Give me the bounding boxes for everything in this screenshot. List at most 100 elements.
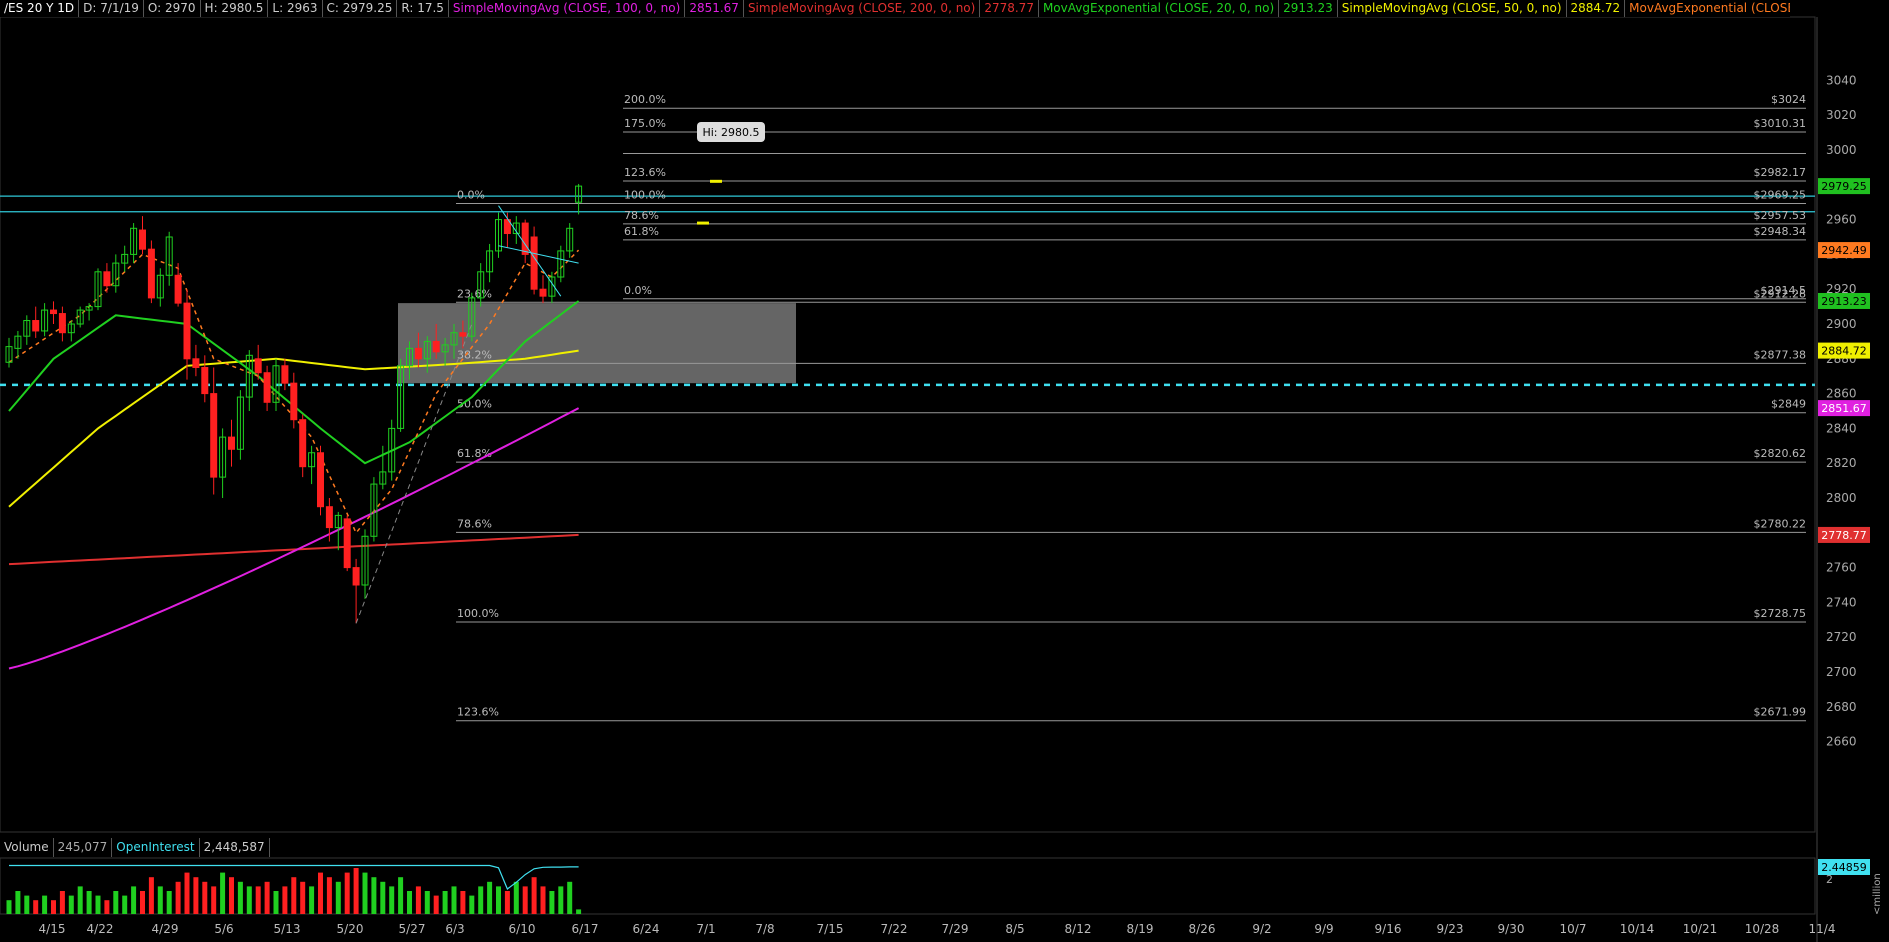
x-tick-label: 6/24: [633, 922, 660, 936]
fib-price-label: $3010.31: [1754, 117, 1807, 130]
volume-bar: [549, 891, 555, 914]
volume-bar: [389, 886, 395, 914]
volume-bar: [478, 886, 484, 914]
fib-price-label: $2912.28: [1754, 288, 1807, 301]
candle-body: [32, 320, 40, 332]
x-tick-label: 10/14: [1620, 922, 1655, 936]
y-tick-label: 2720: [1826, 630, 1857, 644]
volume-bar: [202, 881, 208, 914]
y-tick-label: 2820: [1826, 456, 1857, 470]
fib-label: 123.6%: [624, 166, 666, 179]
volume-bar: [513, 881, 519, 914]
x-tick-label: 8/5: [1005, 922, 1024, 936]
volume-bar: [424, 891, 430, 914]
x-tick-label: 8/26: [1189, 922, 1216, 936]
y-tick-label: 2840: [1826, 421, 1857, 435]
header-item: R: 17.5: [397, 0, 449, 17]
fib-label: 100.0%: [624, 189, 666, 202]
volume-bar: [496, 886, 501, 914]
header-item: D: 7/1/19: [79, 0, 144, 17]
x-tick-label: 7/29: [942, 922, 969, 936]
x-tick-label: 4/15: [39, 922, 66, 936]
volume-bar: [353, 868, 359, 914]
header-item: 2884.72: [1567, 0, 1626, 17]
volume-bar: [95, 895, 101, 914]
volume-bar: [504, 891, 510, 914]
x-tick-label: 9/30: [1498, 922, 1525, 936]
x-tick-label: 9/9: [1314, 922, 1333, 936]
x-tick-label: 9/23: [1437, 922, 1464, 936]
candle-body: [459, 332, 467, 337]
x-tick-label: 4/29: [152, 922, 179, 936]
volume-bar: [362, 872, 368, 914]
volume-bar: [326, 877, 332, 914]
x-tick-label: 6/10: [509, 922, 536, 936]
volume-bar: [193, 877, 199, 914]
fib-label: 78.6%: [457, 517, 492, 530]
volume-bar: [220, 872, 226, 914]
fib-label: 100.0%: [457, 607, 499, 620]
x-tick-label: 9/2: [1252, 922, 1271, 936]
x-tick-label: 5/27: [399, 922, 426, 936]
volume-bar: [300, 881, 306, 914]
x-tick-label: 5/13: [274, 922, 301, 936]
y-tick-label: 2700: [1826, 665, 1857, 679]
header-item: O: 2970: [144, 0, 201, 17]
volume-bar: [86, 891, 92, 914]
price-badge-text: 2913.23: [1821, 295, 1867, 308]
volume-bar: [255, 886, 261, 914]
volume-bar: [469, 895, 475, 914]
x-tick-label: 7/22: [881, 922, 908, 936]
candle-body: [50, 309, 57, 315]
fib-price-label: $2671.99: [1754, 706, 1807, 719]
fib-label: 0.0%: [624, 284, 652, 297]
volume-bar: [291, 877, 297, 914]
candle-body: [521, 222, 529, 255]
volume-bar: [531, 877, 537, 914]
volume-bar: [68, 895, 74, 914]
header-item: SimpleMovingAvg (CLOSE, 100, 0, no): [449, 0, 686, 17]
volume-tick: 2: [1826, 873, 1833, 886]
fib-label: 200.0%: [624, 93, 666, 106]
x-tick-label: 7/8: [755, 922, 774, 936]
candle-body: [539, 288, 547, 297]
y-tick-label: 2800: [1826, 491, 1857, 505]
candle-body: [183, 302, 191, 360]
channel-line: [498, 205, 562, 297]
fib-price-label: $2877.38: [1754, 348, 1807, 361]
x-tick-label: 10/7: [1560, 922, 1587, 936]
x-tick-label: 8/12: [1065, 922, 1092, 936]
candle-body: [210, 393, 218, 478]
header-item: 2913.23: [1279, 0, 1338, 17]
candle-body: [201, 367, 209, 395]
price-chart[interactable]: 2660268027002720274027602780280028202840…: [0, 0, 1889, 942]
volume-bar: [442, 891, 448, 914]
volume-bar: [184, 872, 190, 914]
header-item: SimpleMovingAvg (CLOSE, 200, 0, no): [744, 0, 981, 17]
candle-body: [530, 236, 538, 290]
x-tick-label: 6/3: [445, 922, 464, 936]
header-item: MovAvgExponential (CLOSE, 8, 0, no): [1625, 0, 1790, 17]
x-tick-label: 5/20: [337, 922, 364, 936]
header-item: L: 2963: [268, 0, 323, 17]
fib-label: 61.8%: [457, 447, 492, 460]
volume-pane-frame: [0, 857, 1816, 915]
volume-header-item: 245,077: [54, 838, 113, 857]
y-tick-label: 3000: [1826, 143, 1857, 157]
volume-bar: [282, 886, 288, 914]
header-item: C: 2979.25: [323, 0, 398, 17]
fib-price-label: $2969.25: [1754, 189, 1807, 202]
volume-bar: [487, 881, 493, 914]
volume-header-item: OpenInterest: [112, 838, 200, 857]
volume-bar: [42, 895, 48, 914]
fib-label: 123.6%: [457, 706, 499, 719]
x-tick-label: 5/6: [214, 922, 233, 936]
hi-label: Hi: 2980.5: [702, 126, 759, 139]
price-badge-text: 2942.49: [1821, 244, 1867, 257]
volume-bar: [175, 881, 181, 914]
x-tick-label: 7/15: [817, 922, 844, 936]
volume-bar: [246, 886, 252, 914]
candle-body: [147, 248, 155, 299]
candle-body: [290, 382, 298, 421]
header-item: 2851.67: [685, 0, 744, 17]
